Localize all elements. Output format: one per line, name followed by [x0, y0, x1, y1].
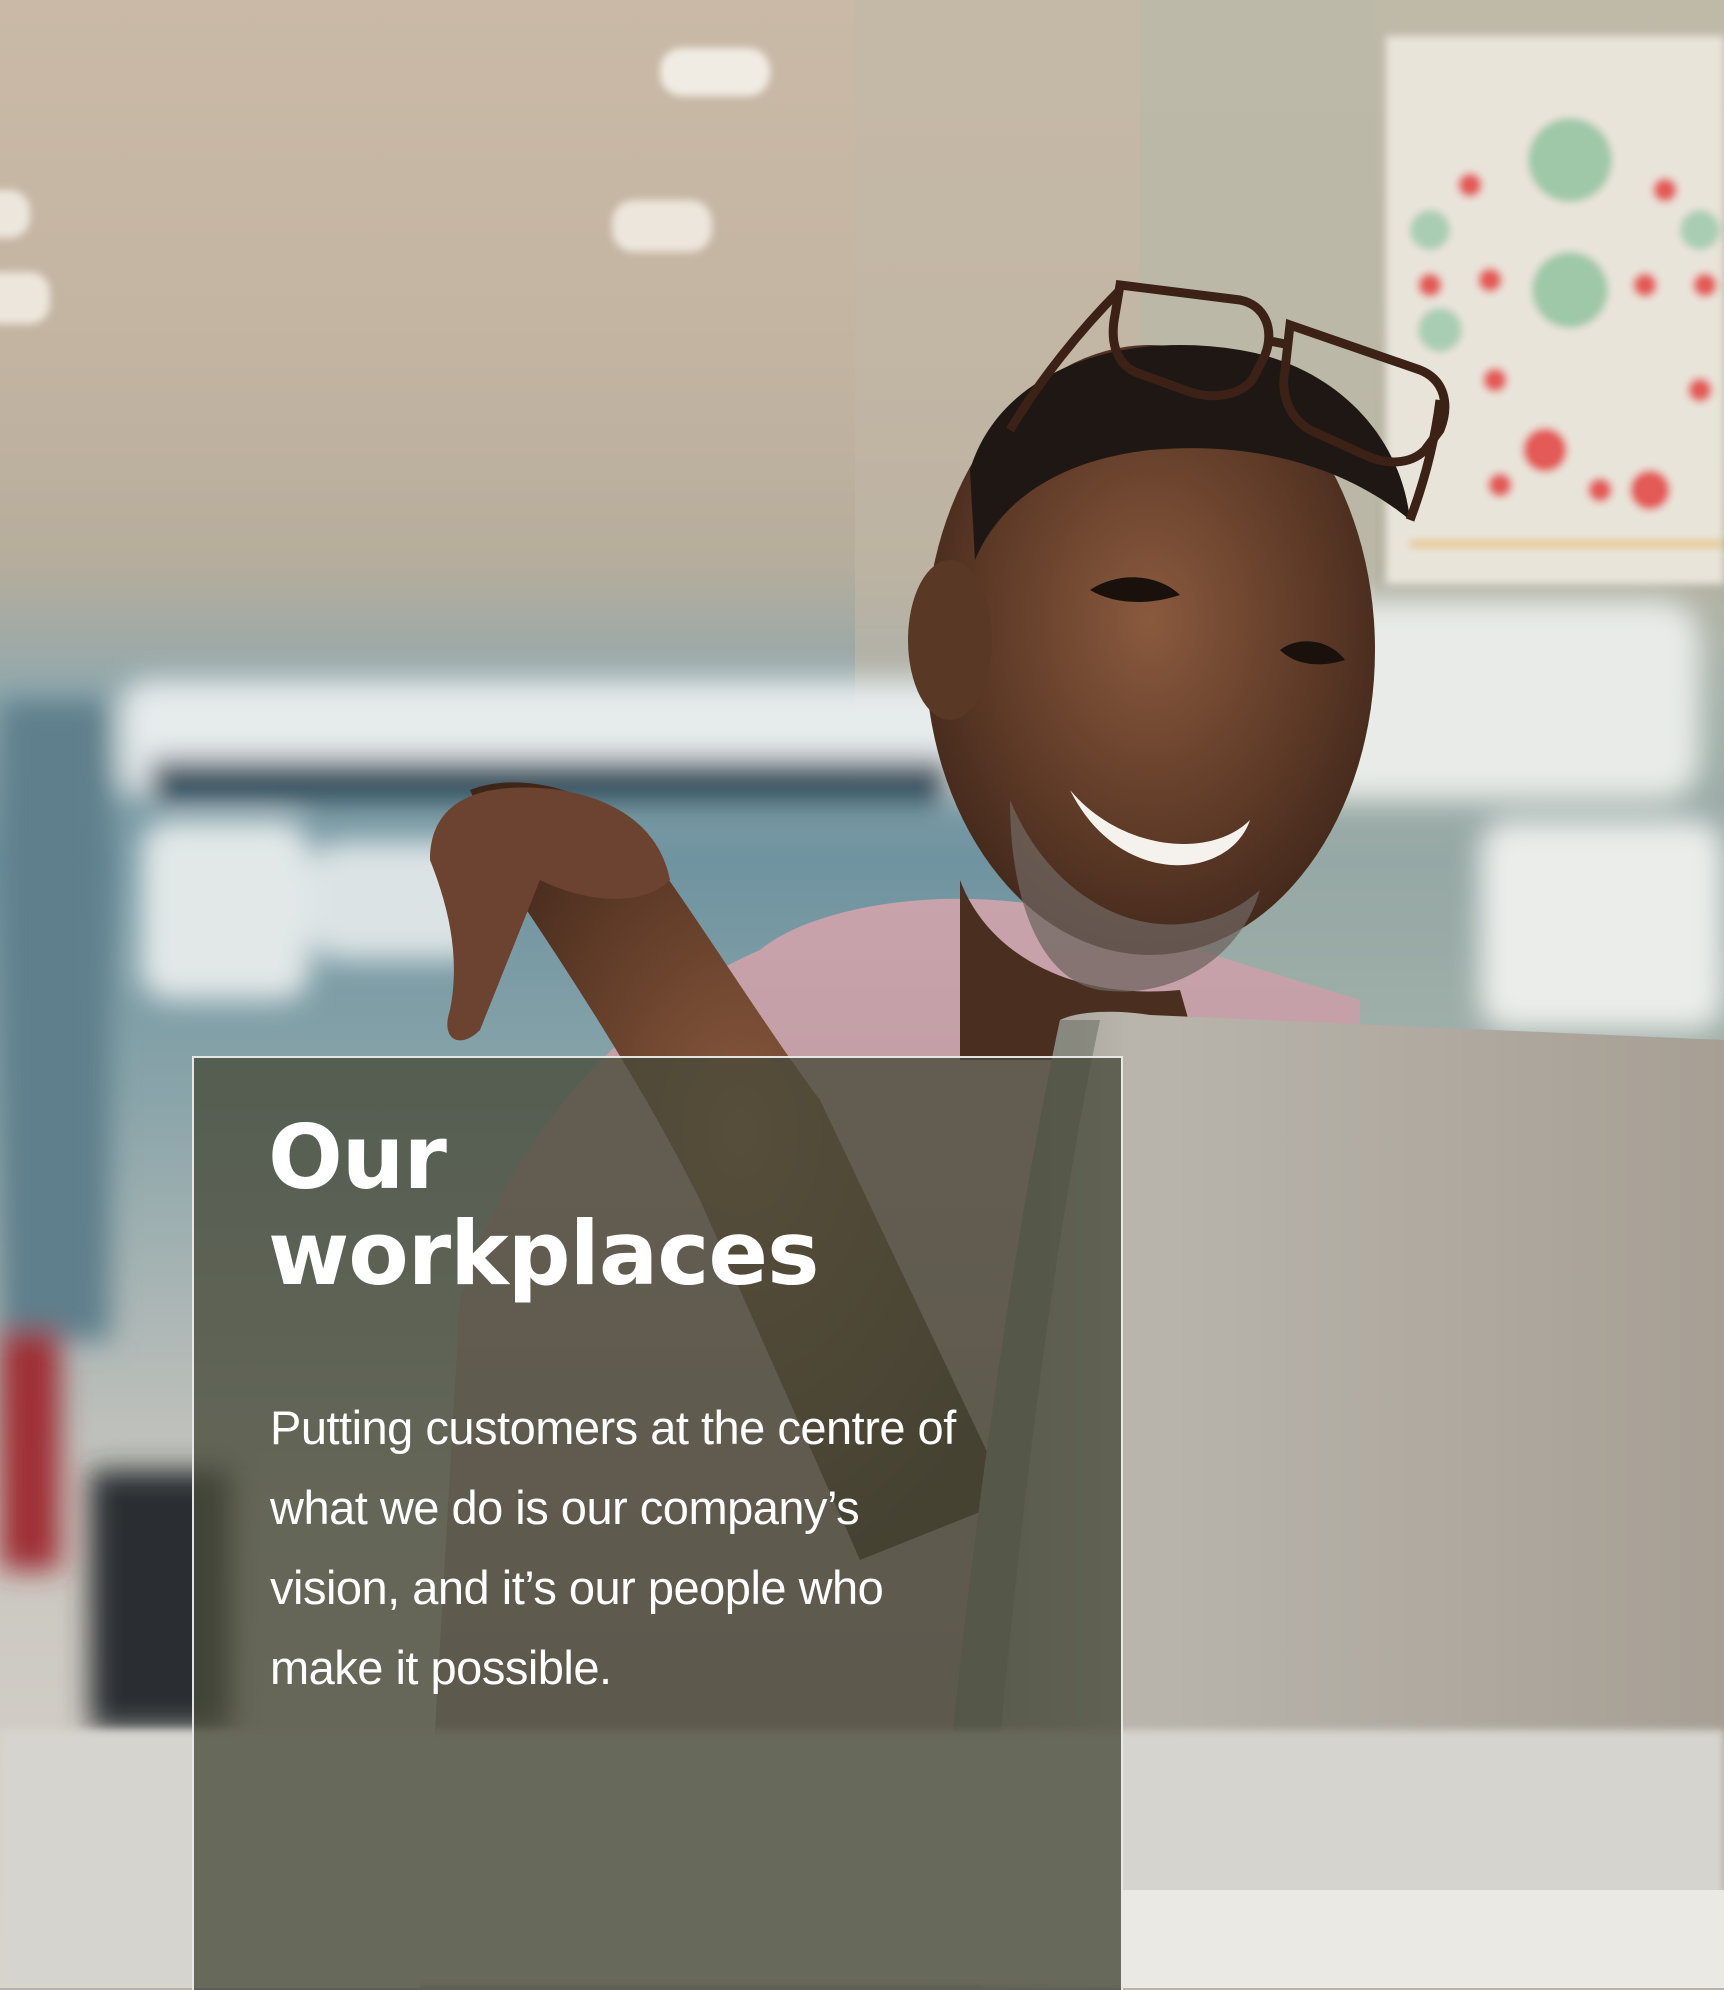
- page-title-line-1: Our: [268, 1106, 447, 1209]
- page-title-line-2: workplaces: [268, 1202, 819, 1305]
- page-title: Our workplaces: [268, 1110, 1068, 1302]
- intro-paragraph: Putting customers at the centre of what …: [270, 1401, 956, 1694]
- ceiling-lights: [0, 48, 770, 324]
- intro-text-panel: Our workplaces Putting customers at the …: [192, 1056, 1123, 1990]
- wall-poster: [1386, 36, 1724, 584]
